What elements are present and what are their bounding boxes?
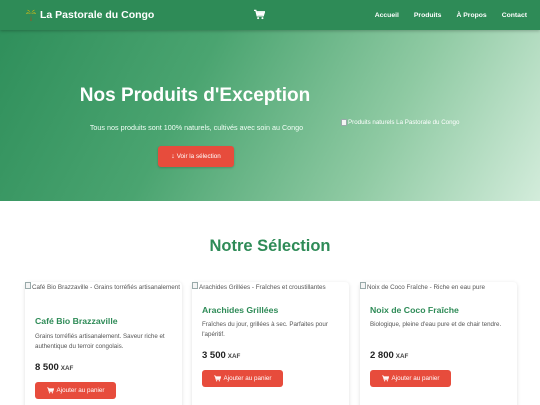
price-value: 2 800 <box>370 350 394 361</box>
product-price: 2 800 XAF <box>370 350 408 361</box>
view-selection-button[interactable]: ↓ Voir la sélection <box>158 146 234 167</box>
product-image-alt: Noix de Coco Fraîche - Riche en eau pure <box>367 284 485 291</box>
price-currency: XAF <box>60 365 74 372</box>
add-to-cart-button[interactable]: Ajouter au panier <box>35 382 116 399</box>
cart-icon[interactable] <box>254 9 265 20</box>
hero-section: Nos Produits d'Exception Tous nos produi… <box>0 30 540 201</box>
brand-name: La Pastorale du Congo <box>40 9 155 21</box>
hero-image: Produits naturels La Pastorale du Congo <box>341 119 459 126</box>
cart-icon <box>46 387 54 394</box>
arrow-down-icon: ↓ <box>171 153 175 160</box>
price-currency: XAF <box>227 353 241 360</box>
product-name: Arachides Grillées <box>202 305 279 315</box>
add-to-cart-label: Ajouter au panier <box>56 387 105 394</box>
price-value: 8 500 <box>35 362 59 373</box>
brand-logo[interactable]: La Pastorale du Congo <box>26 0 154 30</box>
product-name: Noix de Coco Fraîche <box>370 305 459 315</box>
product-image: Noix de Coco Fraîche - Riche en eau pure <box>360 282 517 293</box>
price-value: 3 500 <box>202 350 226 361</box>
hero-image-alt: Produits naturels La Pastorale du Congo <box>348 119 460 126</box>
add-to-cart-label: Ajouter au panier <box>223 375 272 382</box>
product-card-coffee: Café Bio Brazzaville - Grains torréfiés … <box>25 282 182 405</box>
section-title: Notre Sélection <box>209 237 331 255</box>
nav-link-contact[interactable]: Contact <box>502 12 527 19</box>
broken-image-icon <box>341 119 347 126</box>
product-image-alt: Arachides Grillées - Fraîches et crousti… <box>199 284 326 291</box>
navbar: La Pastorale du Congo Accueil Produits À… <box>0 0 540 30</box>
hero-subtitle: Tous nos produits sont 100% naturels, cu… <box>89 123 304 132</box>
broken-image-icon <box>25 282 31 289</box>
nav-links: Accueil Produits À Propos Contact <box>360 0 527 30</box>
product-price: 3 500 XAF <box>202 350 240 361</box>
product-card-peanuts: Arachides Grillées - Fraîches et crousti… <box>192 282 349 405</box>
broken-image-icon <box>360 282 366 289</box>
product-image: Arachides Grillées - Fraîches et crousti… <box>192 282 349 293</box>
hero-title: Nos Produits d'Exception <box>79 85 311 106</box>
view-selection-label: Voir la sélection <box>176 153 221 160</box>
product-card-coconut: Noix de Coco Fraîche - Riche en eau pure… <box>360 282 517 405</box>
cart-icon <box>213 375 221 382</box>
add-to-cart-label: Ajouter au panier <box>391 375 440 382</box>
add-to-cart-button[interactable]: Ajouter au panier <box>370 370 451 387</box>
nav-link-produits[interactable]: Produits <box>414 12 442 19</box>
product-image-alt: Café Bio Brazzaville - Grains torréfiés … <box>32 284 181 291</box>
add-to-cart-button[interactable]: Ajouter au panier <box>202 370 283 387</box>
product-description: Biologique, pleine d'eau pure et de chai… <box>370 321 502 328</box>
product-image: Café Bio Brazzaville - Grains torréfiés … <box>25 282 182 293</box>
palm-tree-icon <box>26 9 36 21</box>
nav-link-accueil[interactable]: Accueil <box>375 12 399 19</box>
product-description: Fraîches du jour, grillées à sec. Parfai… <box>202 321 328 338</box>
cart-icon <box>381 375 389 382</box>
price-currency: XAF <box>395 353 409 360</box>
product-price: 8 500 XAF <box>35 362 73 373</box>
product-description: Grains torréfiés artisanalement. Saveur … <box>35 333 165 350</box>
product-name: Café Bio Brazzaville <box>35 316 118 326</box>
broken-image-icon <box>192 282 198 289</box>
nav-link-a-propos[interactable]: À Propos <box>456 12 486 19</box>
